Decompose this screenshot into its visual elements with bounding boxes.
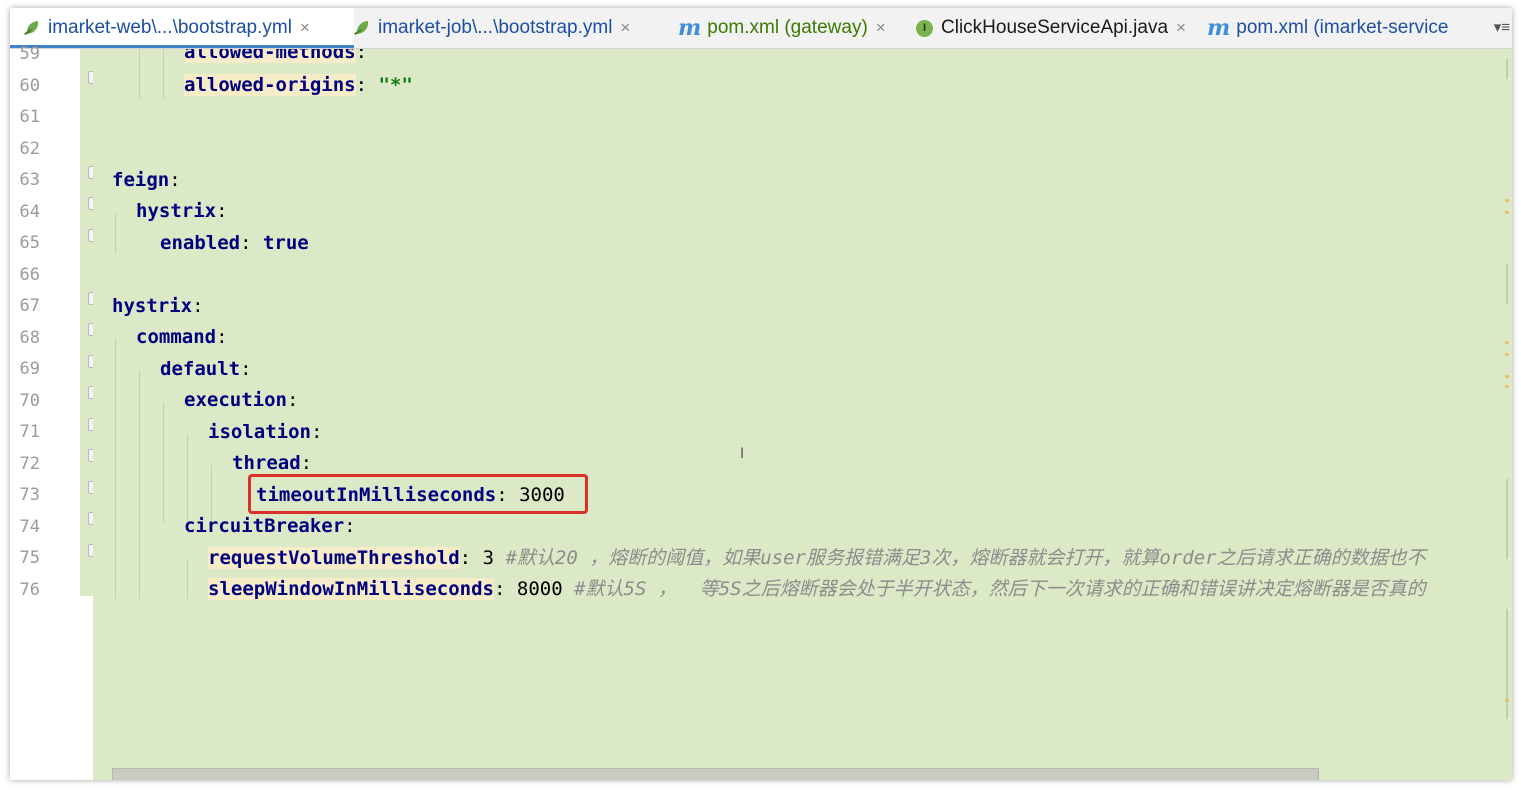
line-number: 59 — [19, 44, 40, 64]
code-line-67: hystrix: — [112, 295, 204, 317]
code-line-72: thread: — [232, 452, 313, 474]
code-line-76: sleepWindowInMilliseconds: 8000 #默认5S ， … — [208, 578, 1426, 600]
yaml-comment: #默认20 ，熔断的阈值，如果user服务报错满足3次，熔断器就会打开，就算or… — [505, 547, 1426, 569]
code-line-64: hystrix: — [136, 200, 228, 222]
tab-label: pom.xml (gateway) — [707, 17, 868, 38]
line-number: 64 — [19, 202, 40, 222]
tab-label: pom.xml (imarket-service — [1236, 17, 1449, 38]
yaml-key: command — [136, 326, 217, 348]
line-number: 63 — [19, 170, 40, 190]
line-number: 74 — [19, 517, 40, 537]
code-line-71: isolation: — [208, 421, 323, 443]
indent-guide — [163, 49, 164, 99]
indent-guide — [163, 402, 164, 522]
code-line-60: allowed-origins: "*" — [184, 74, 413, 96]
yaml-key: circuitBreaker — [184, 515, 345, 537]
interface-icon: I — [916, 19, 933, 37]
warning-marker[interactable] — [1505, 199, 1509, 202]
indent-guide — [115, 214, 116, 254]
indent-guide — [187, 559, 188, 599]
indent-guide — [115, 339, 116, 599]
line-number: 68 — [19, 328, 40, 348]
close-icon[interactable]: × — [620, 18, 630, 38]
line-number: 73 — [19, 485, 40, 505]
code-line-69: default: — [160, 358, 252, 380]
yaml-key: allowed-methods — [184, 49, 356, 63]
editor-tab-bar: imarket-web\...\bootstrap.yml × imarket-… — [10, 8, 1512, 49]
text-cursor-icon: I — [740, 446, 745, 462]
line-number: 75 — [19, 548, 40, 568]
horizontal-scrollbar[interactable] — [112, 768, 1319, 780]
warning-marker[interactable] — [1505, 699, 1509, 702]
yaml-value: true — [262, 232, 309, 254]
line-number-gutter: 59 60 61 62 63 64 65 66 67 68 69 70 71 7… — [10, 44, 80, 780]
yaml-value: 3 — [482, 547, 495, 569]
yaml-value: "*" — [378, 74, 413, 96]
line-number: 70 — [19, 391, 40, 411]
change-marker — [1506, 264, 1508, 304]
code-line-74: circuitBreaker: — [184, 515, 356, 537]
change-marker — [1506, 479, 1508, 559]
warning-marker[interactable] — [1505, 341, 1509, 344]
line-number: 76 — [19, 580, 40, 600]
change-marker — [1506, 59, 1508, 79]
warning-marker[interactable] — [1505, 375, 1509, 378]
warning-marker[interactable] — [1505, 385, 1509, 388]
ide-window: imarket-web\...\bootstrap.yml × imarket-… — [10, 8, 1512, 780]
tab-list-menu-icon[interactable]: ▾≡ — [1494, 18, 1510, 36]
indent-guide — [139, 49, 140, 99]
indent-guide — [187, 434, 188, 522]
code-editor[interactable]: allowed-methods: allowed-origins: "*" fe… — [93, 49, 1512, 780]
code-line-65: enabled: true — [160, 232, 309, 254]
tab-imarket-job-bootstrap[interactable]: imarket-job\...\bootstrap.yml × — [354, 8, 674, 48]
yaml-key: isolation — [208, 421, 311, 443]
close-icon[interactable]: × — [1176, 18, 1186, 38]
yaml-key: feign — [112, 169, 170, 191]
yaml-key: default — [160, 358, 241, 380]
yaml-key: hystrix — [136, 200, 217, 222]
indent-guide — [139, 371, 140, 599]
warning-marker[interactable] — [1505, 353, 1509, 356]
change-marker — [1506, 609, 1508, 719]
code-line-63: feign: — [112, 169, 181, 191]
tab-pom-imarket-service[interactable]: m pom.xml (imarket-service — [1207, 8, 1482, 48]
maven-icon: m — [1207, 15, 1231, 41]
tab-label: imarket-job\...\bootstrap.yml — [378, 17, 613, 38]
yaml-key: hystrix — [112, 295, 193, 317]
tab-clickhouse-service-api[interactable]: I ClickHouseServiceApi.java × — [916, 8, 1206, 48]
yaml-key: sleepWindowInMilliseconds — [208, 578, 494, 600]
yaml-comment: #默认5S ， 等5S之后熔断器会处于半开状态，然后下一次请求的正确和错误讲决定… — [574, 578, 1426, 600]
line-number: 66 — [19, 265, 40, 285]
code-line-59: allowed-methods: — [184, 49, 367, 64]
tab-label: imarket-web\...\bootstrap.yml — [48, 17, 292, 38]
close-icon[interactable]: × — [876, 18, 886, 38]
yaml-value: 8000 — [516, 578, 563, 600]
line-number: 61 — [19, 107, 40, 127]
yaml-key: enabled — [160, 232, 241, 254]
maven-icon: m — [678, 15, 702, 41]
tab-label: ClickHouseServiceApi.java — [941, 17, 1169, 38]
yaml-key: execution — [184, 389, 287, 411]
tab-imarket-web-bootstrap[interactable]: imarket-web\...\bootstrap.yml × — [10, 8, 354, 48]
highlight-box — [248, 474, 588, 514]
line-number: 69 — [19, 359, 40, 379]
yaml-key: requestVolumeThreshold — [208, 547, 460, 569]
tab-pom-gateway[interactable]: m pom.xml (gateway) × — [678, 8, 908, 48]
close-icon[interactable]: × — [300, 18, 310, 38]
line-number: 65 — [19, 233, 40, 253]
code-line-75: requestVolumeThreshold: 3 #默认20 ，熔断的阈值，如… — [208, 547, 1426, 569]
code-line-68: command: — [136, 326, 228, 348]
yaml-key: thread — [232, 452, 301, 474]
line-number: 67 — [19, 296, 40, 316]
yaml-key: allowed-origins — [184, 74, 356, 96]
spring-leaf-icon — [24, 21, 40, 35]
code-line-70: execution: — [184, 389, 299, 411]
line-number: 71 — [19, 422, 40, 442]
line-number: 72 — [19, 454, 40, 474]
line-number: 60 — [19, 76, 40, 96]
line-number: 62 — [19, 139, 40, 159]
spring-leaf-icon — [354, 21, 370, 35]
warning-marker[interactable] — [1505, 211, 1509, 214]
